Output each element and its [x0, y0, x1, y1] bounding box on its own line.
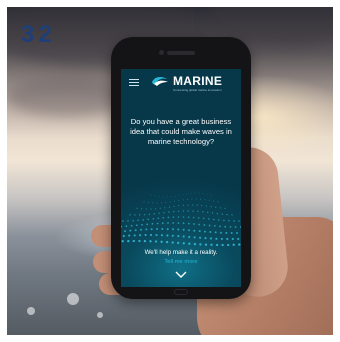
dot-wave-graphic — [121, 192, 241, 247]
hamburger-icon[interactable] — [129, 79, 139, 86]
tell-me-more-link[interactable]: Tell me more — [121, 259, 241, 265]
hero-headline: Do you have a great business idea that c… — [130, 117, 232, 146]
brand-logo-text[interactable]: MARINE — [173, 74, 222, 88]
cloud-shape — [7, 77, 127, 117]
bokeh-light — [27, 307, 35, 315]
bokeh-light — [67, 293, 79, 305]
camera-icon — [159, 50, 164, 55]
brand-tagline: Connecting global marine innovation — [173, 88, 222, 92]
speaker-grille — [167, 51, 195, 55]
phone-screen: MARINE Connecting global marine innovati… — [121, 69, 241, 287]
smartphone: MARINE Connecting global marine innovati… — [111, 37, 251, 299]
home-button[interactable] — [174, 289, 188, 295]
page-number: 32 — [21, 21, 56, 48]
hero-tagline: We'll help make it a reality. — [144, 249, 218, 256]
bokeh-light — [97, 312, 103, 318]
chevron-down-icon[interactable] — [175, 271, 187, 278]
photo-background: MARINE Connecting global marine innovati… — [7, 7, 333, 335]
wave-logo-icon — [152, 77, 168, 86]
